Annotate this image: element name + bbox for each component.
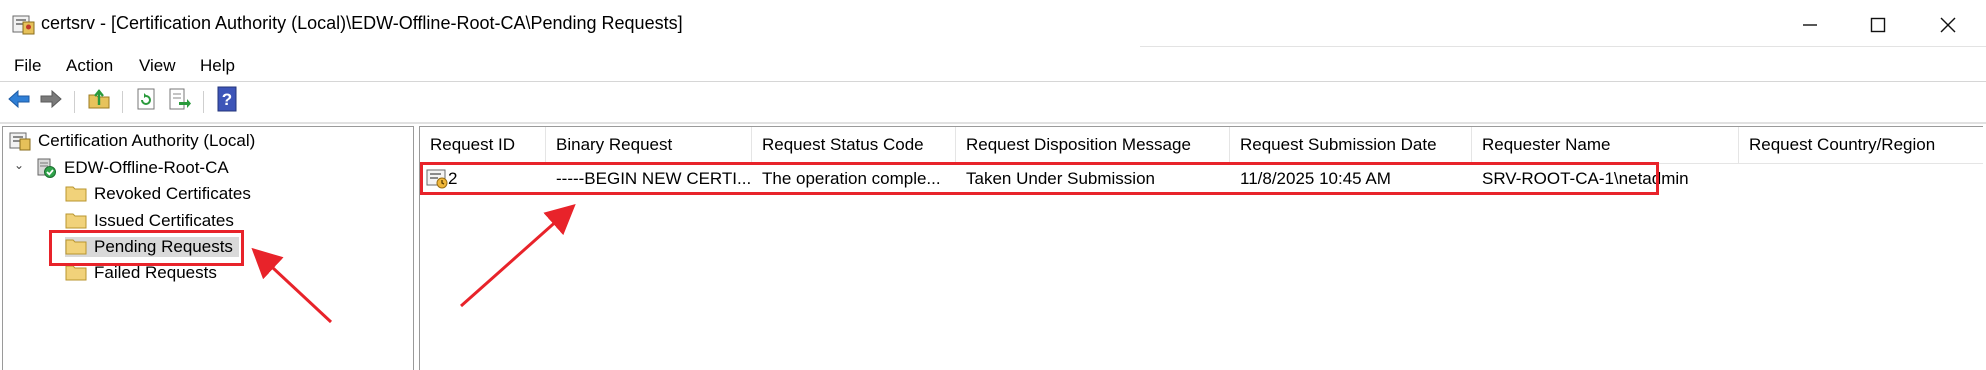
tree-node-edw-offline-root-ca[interactable]: EDW-Offline-Root-CA — [35, 158, 229, 178]
folder-icon — [65, 237, 87, 257]
column-header-request-id[interactable]: Request ID — [420, 127, 546, 163]
svg-text:?: ? — [222, 90, 232, 109]
column-header-request-status-code[interactable]: Request Status Code — [752, 127, 956, 163]
forward-button[interactable] — [38, 87, 64, 115]
toolbar-separator — [74, 91, 75, 113]
back-arrow-icon — [7, 89, 31, 114]
back-button[interactable] — [6, 87, 32, 115]
table-row[interactable]: 2 -----BEGIN NEW CERTI... The operation … — [420, 165, 1983, 193]
tree-node-pending-requests[interactable]: Pending Requests — [65, 237, 239, 257]
tree-node-revoked-certificates[interactable]: Revoked Certificates — [65, 184, 251, 204]
cell-binary-request: -----BEGIN NEW CERTI... — [556, 169, 752, 188]
cell-request-submission-date: 11/8/2025 10:45 AM — [1240, 169, 1391, 188]
cell-requester-name: SRV-ROOT-CA-1\netadmin — [1482, 169, 1689, 188]
column-header-request-country-region[interactable]: Request Country/Region — [1739, 127, 1983, 163]
tree-node-label: Revoked Certificates — [94, 184, 251, 203]
help-icon: ? — [216, 86, 238, 117]
export-list-button[interactable] — [167, 87, 193, 115]
folder-icon — [65, 211, 87, 231]
maximize-icon — [1869, 16, 1887, 34]
menu-bar: File Action View Help — [0, 50, 1986, 80]
results-list: Request ID Binary Request Request Status… — [419, 126, 1983, 370]
menu-file[interactable]: File — [12, 54, 43, 78]
list-header: Request ID Binary Request Request Status… — [420, 127, 1983, 164]
console-tree: Certification Authority (Local) ⌄ EDW-Of… — [2, 126, 414, 370]
refresh-icon — [136, 87, 158, 116]
certsrv-app-icon — [12, 13, 36, 35]
cell-request-country-region — [1739, 165, 1983, 193]
menu-action[interactable]: Action — [64, 54, 115, 78]
up-folder-icon — [87, 88, 111, 115]
folder-icon — [65, 184, 87, 204]
refresh-button[interactable] — [134, 87, 160, 115]
cell-request-disposition-message: Taken Under Submission — [966, 169, 1155, 188]
cell-request-status-code: The operation comple... — [762, 169, 941, 188]
forward-arrow-icon — [39, 89, 63, 114]
cell-request-id: 2 — [448, 169, 458, 188]
tree-node-label: Issued Certificates — [94, 211, 234, 230]
column-header-binary-request[interactable]: Binary Request — [546, 127, 752, 163]
tree-node-failed-requests[interactable]: Failed Requests — [65, 263, 217, 283]
close-icon — [1939, 16, 1957, 34]
toolbar-separator — [203, 91, 204, 113]
tree-node-issued-certificates[interactable]: Issued Certificates — [65, 211, 234, 231]
tree-node-label: Certification Authority (Local) — [38, 131, 256, 150]
chevron-down-icon[interactable]: ⌄ — [14, 158, 24, 172]
maximize-button[interactable] — [1843, 0, 1913, 50]
tree-node-label: Pending Requests — [94, 237, 233, 256]
tree-node-label: EDW-Offline-Root-CA — [64, 158, 229, 177]
menu-help[interactable]: Help — [198, 54, 237, 78]
export-list-icon — [168, 87, 192, 116]
title-divider — [1140, 46, 1986, 47]
help-button[interactable]: ? — [214, 86, 240, 117]
title-bar: certsrv - [Certification Authority (Loca… — [0, 0, 1986, 50]
minimize-icon — [1801, 16, 1819, 34]
toolbar-divider — [0, 122, 1986, 124]
tree-node-label: Failed Requests — [94, 263, 217, 282]
minimize-button[interactable] — [1775, 0, 1845, 50]
up-one-level-button[interactable] — [86, 87, 112, 115]
column-header-request-submission-date[interactable]: Request Submission Date — [1230, 127, 1472, 163]
toolbar-separator — [122, 91, 123, 113]
menu-view[interactable]: View — [137, 54, 178, 78]
column-header-requester-name[interactable]: Requester Name — [1472, 127, 1739, 163]
tree-node-certification-authority[interactable]: Certification Authority (Local) — [9, 131, 255, 151]
folder-icon — [65, 263, 87, 283]
certificate-authority-icon — [9, 131, 31, 151]
ca-server-check-icon — [35, 158, 57, 178]
toolbar: ? — [0, 81, 1986, 121]
close-button[interactable] — [1913, 0, 1983, 50]
column-header-request-disposition-message[interactable]: Request Disposition Message — [956, 127, 1230, 163]
window-title: certsrv - [Certification Authority (Loca… — [41, 13, 683, 33]
